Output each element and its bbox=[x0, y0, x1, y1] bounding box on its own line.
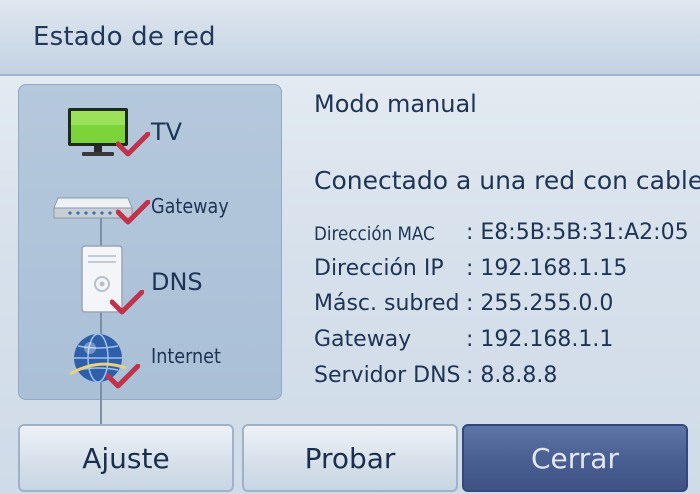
node-label-internet: Internet bbox=[151, 344, 221, 368]
node-label-gateway: Gateway bbox=[151, 194, 229, 218]
check-icon bbox=[115, 199, 151, 230]
info-row-gateway: Gateway : 192.168.1.1 bbox=[314, 327, 694, 361]
connection-status: Conectado a una red con cable. bbox=[314, 166, 700, 195]
check-icon bbox=[105, 363, 141, 394]
info-row-subnet: Másc. subred : 255.255.0.0 bbox=[314, 291, 694, 325]
info-label: Gateway bbox=[314, 327, 412, 352]
info-row-ip: Dirección IP : 192.168.1.15 bbox=[314, 256, 694, 290]
test-button[interactable]: Probar bbox=[242, 424, 458, 492]
info-value: : 255.255.0.0 bbox=[466, 291, 614, 316]
network-status-screen: Estado de red TV Gateway DNS Internet Mo… bbox=[0, 0, 700, 494]
info-value: : 8.8.8.8 bbox=[466, 363, 558, 388]
connection-diagram-panel: TV Gateway DNS Internet bbox=[18, 84, 282, 462]
info-row-mac: Dirección MAC : E8:5B:5B:31:A2:05 bbox=[314, 220, 694, 254]
title-bar: Estado de red bbox=[0, 0, 700, 76]
page-title: Estado de red bbox=[33, 22, 216, 52]
settings-button[interactable]: Ajuste bbox=[18, 424, 234, 492]
info-value: : E8:5B:5B:31:A2:05 bbox=[466, 220, 689, 245]
node-internet: Internet bbox=[18, 320, 282, 389]
info-label: Dirección IP bbox=[314, 256, 444, 281]
info-value: : 192.168.1.1 bbox=[466, 327, 614, 352]
info-label: Dirección MAC bbox=[314, 223, 435, 245]
check-icon bbox=[115, 131, 151, 162]
connection-info: Modo manual Conectado a una red con cabl… bbox=[314, 90, 700, 410]
check-icon bbox=[109, 289, 145, 320]
node-label-dns: DNS bbox=[151, 268, 203, 296]
info-row-dns: Servidor DNS : 8.8.8.8 bbox=[314, 363, 694, 397]
button-bar: Ajuste Probar Cerrar bbox=[0, 416, 700, 494]
connection-mode: Modo manual bbox=[314, 90, 477, 118]
info-label: Másc. subred bbox=[314, 291, 460, 316]
node-dns: DNS bbox=[18, 234, 282, 315]
info-label: Servidor DNS bbox=[314, 363, 461, 388]
node-tv: TV bbox=[18, 92, 282, 157]
info-value: : 192.168.1.15 bbox=[466, 256, 628, 281]
node-label-tv: TV bbox=[151, 118, 183, 146]
node-gateway: Gateway bbox=[18, 170, 282, 230]
close-button[interactable]: Cerrar bbox=[462, 424, 688, 492]
